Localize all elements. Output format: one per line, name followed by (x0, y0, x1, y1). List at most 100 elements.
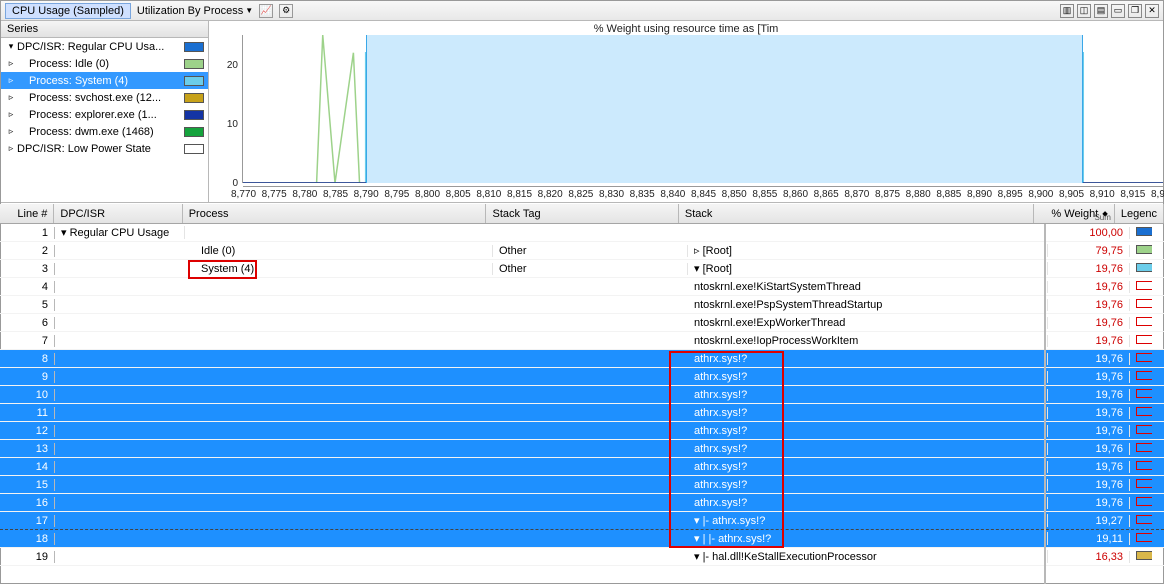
graph-title[interactable]: CPU Usage (Sampled) (5, 3, 131, 19)
close-icon[interactable]: ✕ (1145, 4, 1159, 18)
cell-legend (1130, 515, 1152, 527)
series-row[interactable]: ▹ Process: System (4) (1, 72, 208, 89)
cell-weight: 19,76 (1048, 443, 1130, 455)
grid-row[interactable]: 10 athrx.sys!?19,76 (0, 386, 1164, 404)
cell-line: 14 (0, 461, 55, 473)
cell-legend (1130, 281, 1152, 293)
grid-row[interactable]: 16 athrx.sys!?19,76 (0, 494, 1164, 512)
chart-config-icon[interactable]: ⚙ (279, 4, 293, 18)
col-stacktag[interactable]: Stack Tag (486, 204, 678, 223)
grid-row[interactable]: 19▾ |- hal.dll!KeStallExecutionProcessor… (0, 548, 1164, 566)
expand-icon[interactable]: ▾ (5, 41, 17, 52)
grid-row[interactable]: 12 athrx.sys!?19,76 (0, 422, 1164, 440)
minimize-icon[interactable]: ▭ (1111, 4, 1125, 18)
grid-row[interactable]: 13 athrx.sys!?19,76 (0, 440, 1164, 458)
series-row[interactable]: ▹Process: explorer.exe (1... (1, 106, 208, 123)
series-row[interactable]: ▹ Process: svchost.exe (12... (1, 89, 208, 106)
cell-stack: ntoskrnl.exe!KiStartSystemThread (688, 281, 1048, 293)
cell-legend (1130, 389, 1152, 401)
view-split-icon[interactable]: ◫ (1077, 4, 1091, 18)
expand-icon[interactable]: ▹ (5, 92, 17, 103)
series-swatch (184, 93, 204, 103)
expand-icon[interactable]: ▹ (5, 126, 17, 137)
cell-weight: 19,76 (1048, 263, 1130, 275)
cell-stack: athrx.sys!? (688, 371, 1048, 383)
grid-row[interactable]: 15 athrx.sys!?19,76 (0, 476, 1164, 494)
grid-row[interactable]: 9 athrx.sys!?19,76 (0, 368, 1164, 386)
series-label: Process: svchost.exe (12... (29, 92, 161, 104)
cell-stack: ▾ [Root] (688, 262, 1048, 275)
cell-legend (1130, 443, 1152, 455)
cell-weight: 19,76 (1048, 371, 1130, 383)
col-stack[interactable]: Stack (679, 204, 1034, 223)
cell-weight: 79,75 (1048, 245, 1130, 257)
col-line[interactable]: Line # (0, 204, 54, 223)
series-row[interactable]: ▹DPC/ISR: Low Power State (1, 140, 208, 157)
grid-pane: Line # DPC/ISR Process Stack Tag Stack %… (0, 204, 1164, 584)
chart-xaxis: 8,7708,7758,7808,7858,7908,7958,8008,805… (243, 186, 1163, 202)
series-label: Process: System (4) (29, 75, 128, 87)
grid-split[interactable] (1044, 224, 1046, 584)
grid-row[interactable]: 18▾ | |- athrx.sys!?19,11 (0, 530, 1164, 548)
series-swatch (184, 59, 204, 69)
restore-icon[interactable]: ❐ (1128, 4, 1142, 18)
cell-stack: athrx.sys!? (688, 479, 1048, 491)
chart-yaxis: 01020 (209, 35, 243, 183)
cell-legend (1130, 479, 1152, 491)
col-dpcisr[interactable]: DPC/ISR (54, 204, 182, 223)
cell-weight: 100,00 (1048, 227, 1130, 239)
cell-line: 16 (0, 497, 55, 509)
cell-line: 10 (0, 389, 55, 401)
chart-panel[interactable]: % Weight using resource time as [Tim 010… (209, 21, 1163, 202)
series-row[interactable]: ▹Process: dwm.exe (1468) (1, 123, 208, 140)
grid-row[interactable]: 5 ntoskrnl.exe!PspSystemThreadStartup19,… (0, 296, 1164, 314)
cell-legend (1130, 263, 1152, 275)
grid-row[interactable]: 1▾ Regular CPU Usage100,00 (0, 224, 1164, 242)
cell-legend (1130, 407, 1152, 419)
series-row[interactable]: ▾DPC/ISR: Regular CPU Usa... (1, 38, 208, 55)
cell-stack: athrx.sys!? (688, 353, 1048, 365)
grid-row[interactable]: 2Idle (0)Other▹ [Root]79,75 (0, 242, 1164, 260)
grid-row[interactable]: 17▾ |- athrx.sys!?19,27 (0, 512, 1164, 530)
cell-legend (1130, 533, 1152, 545)
chart-type-icon[interactable]: 📈 (259, 4, 273, 18)
cell-stack: ntoskrnl.exe!IopProcessWorkItem (688, 335, 1048, 347)
view-large-icon[interactable]: ▥ (1060, 4, 1074, 18)
expand-icon[interactable]: ▹ (5, 75, 17, 86)
grid-row[interactable]: 6 ntoskrnl.exe!ExpWorkerThread19,76 (0, 314, 1164, 332)
series-row[interactable]: ▹Process: Idle (0) (1, 55, 208, 72)
cell-weight: 19,27 (1048, 515, 1130, 527)
col-weight[interactable]: % Weight⬥ Sum (1034, 204, 1115, 223)
grid-row[interactable]: 7 ntoskrnl.exe!IopProcessWorkItem19,76 (0, 332, 1164, 350)
cell-stack: athrx.sys!? (688, 443, 1048, 455)
utilization-dropdown[interactable]: Utilization By Process▼ (137, 5, 253, 17)
view-table-icon[interactable]: ▤ (1094, 4, 1108, 18)
series-label: DPC/ISR: Low Power State (17, 143, 151, 155)
cell-legend (1130, 551, 1152, 563)
grid-row[interactable]: 3System (4)Other▾ [Root]19,76 (0, 260, 1164, 278)
cell-weight: 19,76 (1048, 461, 1130, 473)
grid-header[interactable]: Line # DPC/ISR Process Stack Tag Stack %… (0, 204, 1164, 224)
expand-icon[interactable]: ▹ (5, 58, 17, 69)
col-process[interactable]: Process (183, 204, 487, 223)
grid-body[interactable]: 1▾ Regular CPU Usage100,002Idle (0)Other… (0, 224, 1164, 584)
series-list[interactable]: ▾DPC/ISR: Regular CPU Usa...▹Process: Id… (1, 38, 208, 202)
chart-plot[interactable] (243, 35, 1163, 183)
expand-icon[interactable]: ▹ (5, 109, 17, 120)
cell-weight: 19,76 (1048, 299, 1130, 311)
grid-row[interactable]: 8 athrx.sys!?19,76 (0, 350, 1164, 368)
grid-row[interactable]: 4 ntoskrnl.exe!KiStartSystemThread19,76 (0, 278, 1164, 296)
time-selection[interactable] (366, 35, 1084, 183)
cell-stack: ntoskrnl.exe!PspSystemThreadStartup (688, 299, 1048, 311)
cell-stacktag: Other (493, 245, 688, 257)
cell-legend (1130, 353, 1152, 365)
cell-line: 15 (0, 479, 55, 491)
expand-icon[interactable]: ▹ (5, 143, 17, 154)
grid-row[interactable]: 11 athrx.sys!?19,76 (0, 404, 1164, 422)
cell-stack: ▾ |- athrx.sys!? (688, 514, 1048, 527)
grid-row[interactable]: 14 athrx.sys!?19,76 (0, 458, 1164, 476)
col-legend[interactable]: Legenc (1115, 204, 1164, 223)
cell-line: 19 (0, 551, 55, 563)
cell-stacktag: Other (493, 263, 688, 275)
chart-title: % Weight using resource time as [Tim (209, 23, 1163, 35)
